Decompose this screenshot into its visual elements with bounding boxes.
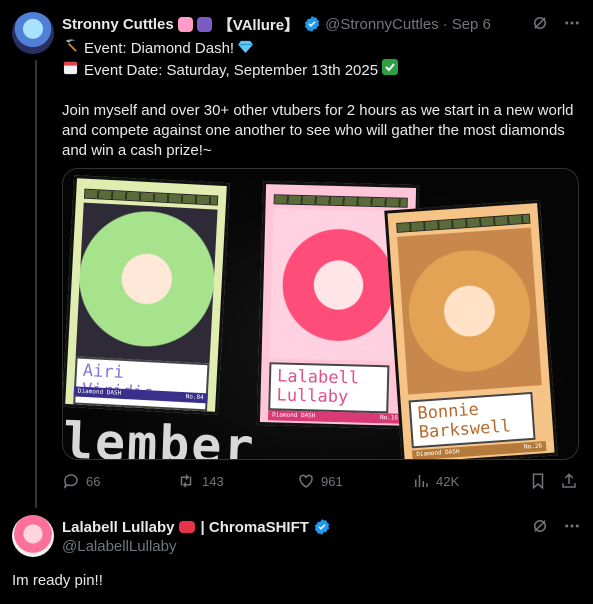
reply-header-actions <box>531 517 581 540</box>
thread-line <box>35 60 37 508</box>
card-hotbar <box>273 194 408 208</box>
pickaxe-icon <box>62 38 78 59</box>
tweet-paragraph: Join myself and over 30+ other vtubers f… <box>62 102 574 159</box>
repost-icon <box>176 472 196 490</box>
bookmark-button[interactable] <box>530 472 546 490</box>
card-name: Airi Viridis <box>73 356 210 412</box>
card-footer: Diamond DASH No.16 <box>267 410 403 424</box>
reply-header: Lalabell Lullaby | ChromaSHIFT <box>62 517 581 537</box>
gem-icon <box>238 40 254 57</box>
card-name: Lalabell Lullaby <box>268 362 390 414</box>
reply-count: 66 <box>86 473 101 489</box>
repost-button[interactable]: 143 <box>176 472 224 490</box>
character-card: Airi Viridis Diamond DASHNo.84 <box>63 175 230 415</box>
character-card: Bonnie Barkswell Diamond DASH No.26 <box>384 199 558 459</box>
avatar[interactable] <box>12 12 54 54</box>
grok-icon[interactable] <box>531 14 549 37</box>
reply-display-name-suffix[interactable]: | ChromaSHIFT <box>201 519 309 536</box>
event-line: Event: Diamond Dash! <box>62 38 582 59</box>
reply-button[interactable]: 66 <box>62 472 100 490</box>
octopus-emoji-icon <box>177 16 193 32</box>
reply-avatar[interactable] <box>12 515 54 557</box>
tweet-media[interactable]: lember Airi Viridis Diamond DASHNo.84 La… <box>62 168 579 460</box>
reply-handle[interactable]: @LalabellLullaby <box>62 538 176 555</box>
timestamp[interactable]: Sep 6 <box>452 16 491 33</box>
calendar-icon <box>62 60 78 81</box>
display-name-suffix[interactable]: 【VAllure】 <box>218 14 299 35</box>
heart-icon <box>297 472 315 490</box>
views-count: 42K <box>436 473 460 489</box>
reply-icon <box>62 472 80 490</box>
header-actions <box>531 14 581 37</box>
views-button[interactable]: 42K <box>412 472 459 490</box>
bookmark-icon <box>530 472 546 490</box>
ribbon-icon <box>178 521 195 533</box>
tweet-header: Stronny Cuttles 【VAllure】 @StronnyCuttle… <box>62 14 581 34</box>
reply-text: Im ready pin!! <box>12 572 103 589</box>
more-options-icon[interactable] <box>563 517 581 540</box>
tweet-text: Event: Diamond Dash! Event Date: Saturda… <box>62 38 582 161</box>
display-name[interactable]: Stronny Cuttles <box>62 16 174 33</box>
handle[interactable]: @StronnyCuttles <box>325 16 439 33</box>
card-name: Bonnie Barkswell <box>408 391 536 449</box>
like-button[interactable]: 961 <box>297 472 343 490</box>
dot-separator: · <box>442 15 448 33</box>
verified-icon <box>313 518 331 536</box>
character-art <box>397 227 542 395</box>
tweet-actions: 66 143 961 42K <box>62 472 579 494</box>
background-text: lember <box>62 411 257 460</box>
views-icon <box>412 472 430 490</box>
share-button[interactable] <box>560 472 578 490</box>
grok-icon[interactable] <box>531 517 549 540</box>
check-mark-icon <box>382 59 399 79</box>
share-icon <box>560 472 578 490</box>
reply-display-name[interactable]: Lalabell Lullaby <box>62 519 175 536</box>
verified-icon <box>303 15 321 33</box>
like-count: 961 <box>321 473 343 489</box>
character-art <box>75 202 218 372</box>
repost-count: 143 <box>202 473 224 489</box>
event-date-line: Event Date: Saturday, September 13th 202… <box>62 59 582 81</box>
purple-emoji-icon <box>196 16 212 32</box>
more-options-icon[interactable] <box>563 14 581 37</box>
